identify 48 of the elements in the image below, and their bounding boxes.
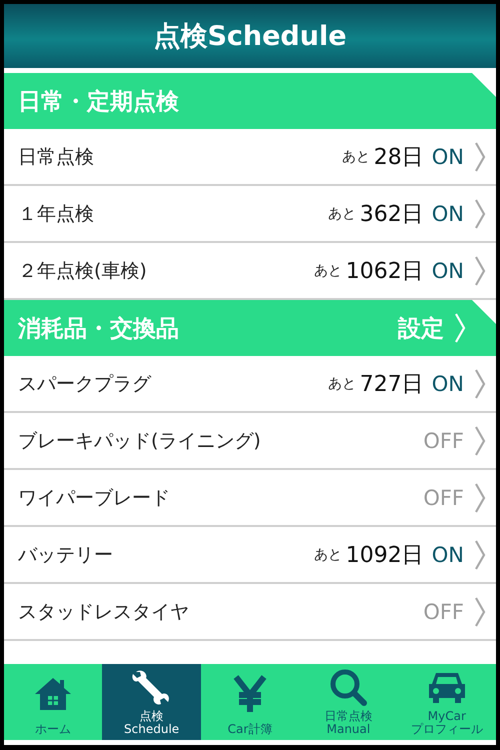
item-name: ブレーキパッド(ライニング) xyxy=(18,428,262,454)
item-name: スパークプラグ xyxy=(18,372,152,396)
screen-title: 点検Schedule xyxy=(153,20,347,54)
status-label: OFF xyxy=(423,486,464,510)
chevron-icon xyxy=(454,313,466,343)
chevron-icon xyxy=(474,596,486,626)
days-remaining: 1062日 xyxy=(346,258,424,286)
remaining-label: あと xyxy=(328,204,356,222)
item-name: ２年点検(車検) xyxy=(18,258,148,284)
item-name: 日常点検 xyxy=(18,144,95,170)
tab[interactable]: ホーム xyxy=(4,664,102,740)
days-remaining: 28日 xyxy=(374,144,424,172)
chevron-icon xyxy=(474,256,486,286)
remaining-label: あと xyxy=(328,374,356,392)
item-name: １年点検 xyxy=(18,202,95,226)
status-label: ON xyxy=(432,372,464,396)
days-remaining: 1092日 xyxy=(346,542,424,570)
item-name: ワイパーブレード xyxy=(18,486,171,510)
wrench-icon xyxy=(132,668,172,706)
status-label: ON xyxy=(432,542,464,566)
yen-icon xyxy=(232,674,268,712)
remaining-label: あと xyxy=(314,546,342,564)
chevron-icon xyxy=(474,426,486,456)
car-icon xyxy=(426,670,467,704)
chevron-icon xyxy=(474,482,486,512)
search-icon xyxy=(329,668,368,706)
status-label: ON xyxy=(432,202,464,226)
section-title: 消耗品・交換品 xyxy=(18,314,180,344)
days-remaining: 727日 xyxy=(360,370,424,398)
chevron-icon xyxy=(474,368,486,398)
item-name: バッテリー xyxy=(18,542,114,568)
tab[interactable]: 日常点検 Manual xyxy=(299,664,398,740)
chevron-icon xyxy=(474,142,486,172)
tab[interactable]: 点検 Schedule xyxy=(102,664,201,740)
status-label: OFF xyxy=(423,428,464,452)
tab[interactable]: MyCar プロフィール xyxy=(398,664,496,740)
chevron-icon xyxy=(474,540,486,570)
item-name: スタッドレスタイヤ xyxy=(18,600,190,624)
days-remaining: 362日 xyxy=(360,200,424,228)
tab[interactable]: Car計簿 xyxy=(200,664,300,740)
remaining-label: あと xyxy=(314,262,342,280)
section-title: 日常・定期点検 xyxy=(18,88,180,116)
status-label: ON xyxy=(432,144,464,168)
remaining-label: あと xyxy=(342,148,370,166)
status-label: OFF xyxy=(423,600,464,624)
home-icon xyxy=(33,676,74,712)
status-label: ON xyxy=(432,258,464,282)
chevron-icon xyxy=(474,198,486,228)
